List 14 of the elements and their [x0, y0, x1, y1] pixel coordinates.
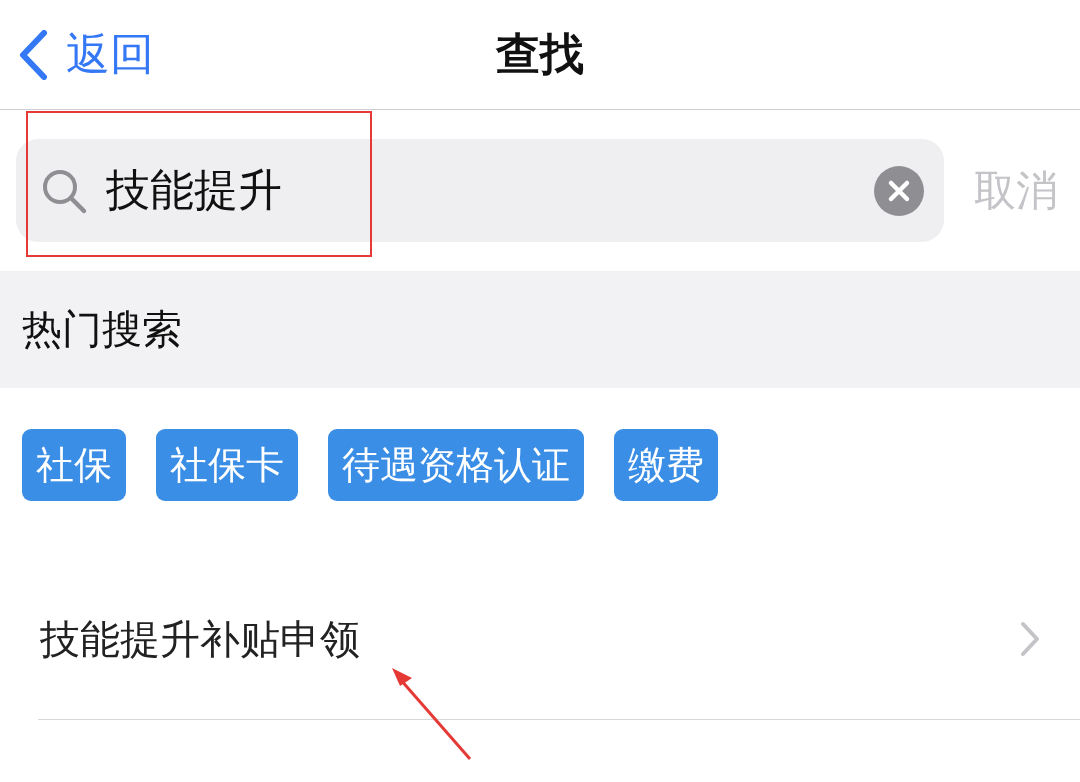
- result-row[interactable]: 技能提升补贴申领: [38, 559, 1080, 720]
- back-chevron-icon: [18, 29, 48, 80]
- search-tag[interactable]: 待遇资格认证: [328, 429, 584, 501]
- clear-icon[interactable]: [874, 165, 924, 216]
- section-header: 热门搜索: [0, 271, 1080, 388]
- back-button[interactable]: 返回: [0, 25, 154, 84]
- chevron-right-icon: [1020, 621, 1040, 657]
- result-label: 技能提升补贴申领: [40, 614, 360, 664]
- search-field[interactable]: 技能提升: [16, 139, 944, 242]
- search-tag[interactable]: 社保卡: [156, 429, 298, 501]
- search-tag[interactable]: 缴费: [614, 429, 718, 501]
- search-tag[interactable]: 社保: [22, 429, 126, 501]
- cancel-button[interactable]: 取消: [974, 162, 1058, 219]
- page-title: 查找: [496, 27, 584, 81]
